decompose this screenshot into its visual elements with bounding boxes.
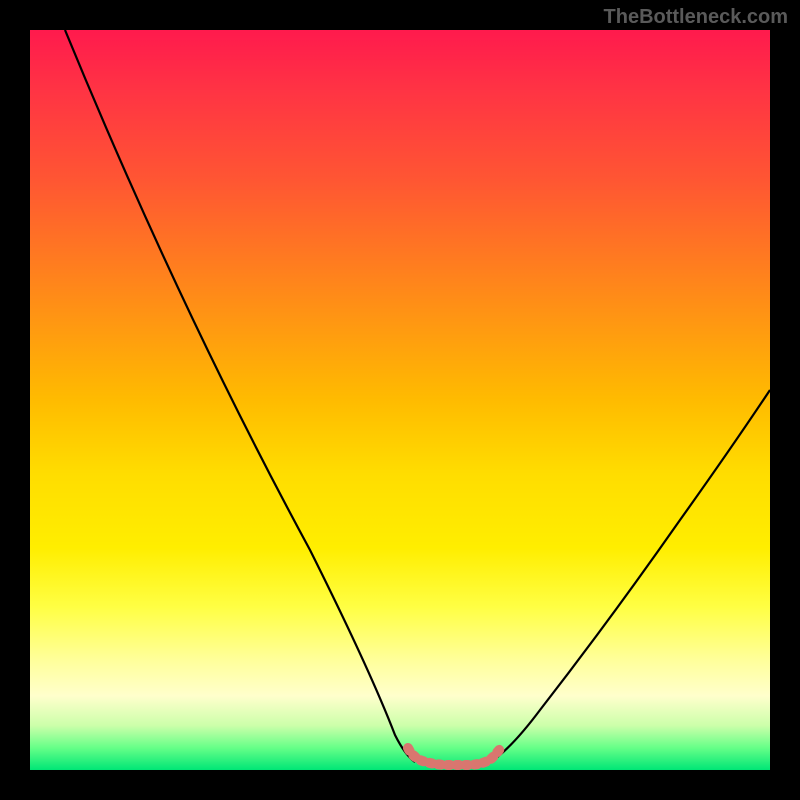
chart-plot-area (30, 30, 770, 770)
optimal-zone-marker (408, 746, 502, 765)
watermark-text: TheBottleneck.com (604, 6, 788, 29)
curve-right (490, 390, 770, 762)
bottleneck-curve-svg (30, 30, 770, 770)
curve-left (65, 30, 415, 762)
